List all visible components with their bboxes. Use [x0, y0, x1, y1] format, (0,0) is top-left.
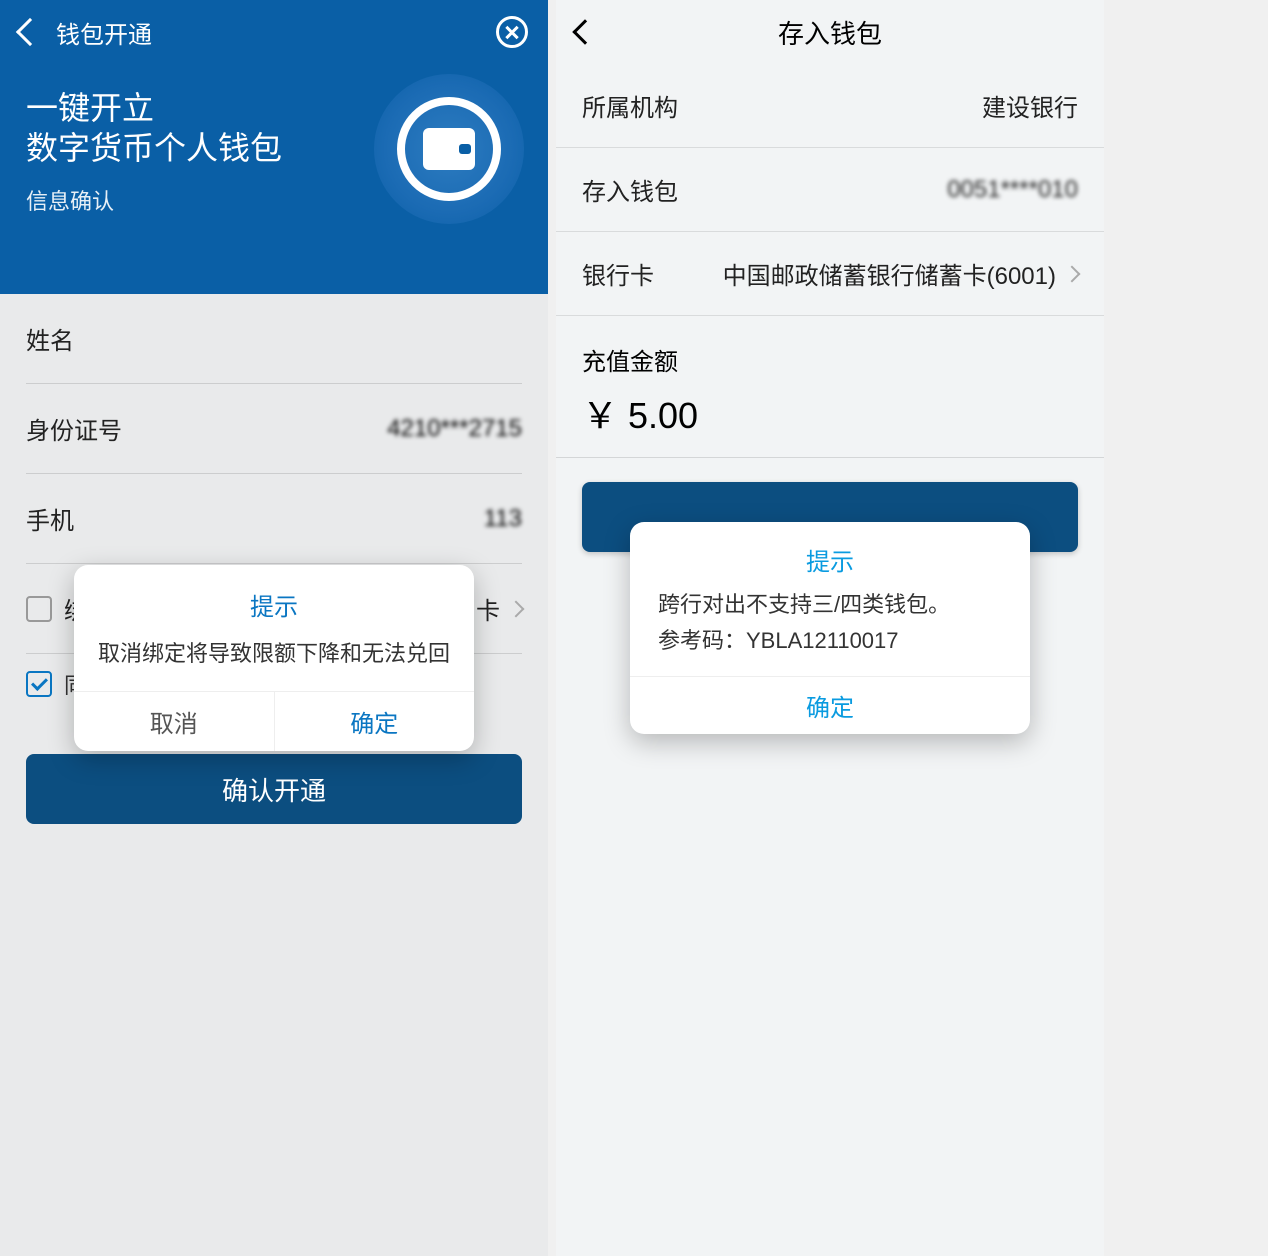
label-card: 银行卡: [582, 256, 654, 291]
wallet-open-screen: 钱包开通 一键开立 数字货币个人钱包 信息确认 姓名 身份证号 4210***2…: [0, 0, 548, 1256]
deposit-error-dialog: 提示 跨行对出不支持三/四类钱包。 参考码：YBLA12110017 确定: [630, 522, 1030, 733]
chevron-right-icon: [1064, 265, 1081, 282]
row-card[interactable]: 银行卡 中国邮政储蓄银行储蓄卡(6001): [556, 232, 1104, 316]
page-title: 钱包开通: [56, 15, 152, 50]
row-wallet: 存入钱包 0051****010: [556, 148, 1104, 232]
value-bind: 卡: [476, 591, 500, 626]
label-wallet: 存入钱包: [582, 172, 678, 207]
dialog-body-line2: 参考码：YBLA12110017: [658, 623, 1002, 658]
dialog-body-line1: 跨行对出不支持三/四类钱包。: [658, 587, 1002, 622]
back-icon[interactable]: [572, 19, 597, 44]
dialog-body: 取消绑定将导致限额下降和无法兑回: [74, 632, 474, 692]
row-phone: 手机 113: [26, 474, 522, 564]
dialog-title: 提示: [630, 522, 1030, 587]
value-wallet: 0051****010: [947, 176, 1078, 204]
dialog-cancel-button[interactable]: 取消: [74, 692, 275, 751]
hero-banner: 一键开立 数字货币个人钱包 信息确认: [0, 64, 548, 294]
label-org: 所属机构: [582, 88, 678, 123]
bind-checkbox[interactable]: [26, 596, 52, 622]
value-org: 建设银行: [982, 88, 1078, 123]
agree-checkbox[interactable]: [26, 671, 52, 697]
row-id: 身份证号 4210***2715: [26, 384, 522, 474]
label-id: 身份证号: [26, 411, 122, 446]
row-org: 所属机构 建设银行: [556, 64, 1104, 148]
value-card: 中国邮政储蓄银行储蓄卡(6001): [723, 256, 1056, 291]
chevron-right-icon: [508, 600, 525, 617]
row-name: 姓名: [26, 294, 522, 384]
amount-label: 充值金额: [556, 316, 1104, 383]
dialog-ok-button[interactable]: 确定: [275, 692, 475, 751]
back-icon[interactable]: [16, 18, 44, 46]
close-icon[interactable]: [496, 16, 528, 48]
confirm-open-button[interactable]: 确认开通: [26, 754, 522, 824]
page-title: 存入钱包: [778, 14, 882, 51]
dialog-body: 跨行对出不支持三/四类钱包。 参考码：YBLA12110017: [630, 587, 1030, 675]
amount-value[interactable]: ￥ 5.00: [556, 383, 1104, 458]
navbar: 钱包开通: [0, 0, 548, 64]
value-id: 4210***2715: [387, 415, 522, 443]
wallet-hero-icon: [374, 74, 524, 224]
unbind-dialog: 提示 取消绑定将导致限额下降和无法兑回 取消 确定: [74, 565, 474, 752]
label-name: 姓名: [26, 321, 74, 356]
value-phone: 113: [484, 505, 522, 533]
deposit-screen: 存入钱包 所属机构 建设银行 存入钱包 0051****010 银行卡 中国邮政…: [556, 0, 1104, 1256]
confirm-open-label: 确认开通: [222, 771, 326, 808]
dialog-title: 提示: [74, 565, 474, 632]
dialog-ok-button[interactable]: 确定: [630, 676, 1030, 734]
label-phone: 手机: [26, 501, 74, 536]
navbar: 存入钱包: [556, 0, 1104, 64]
